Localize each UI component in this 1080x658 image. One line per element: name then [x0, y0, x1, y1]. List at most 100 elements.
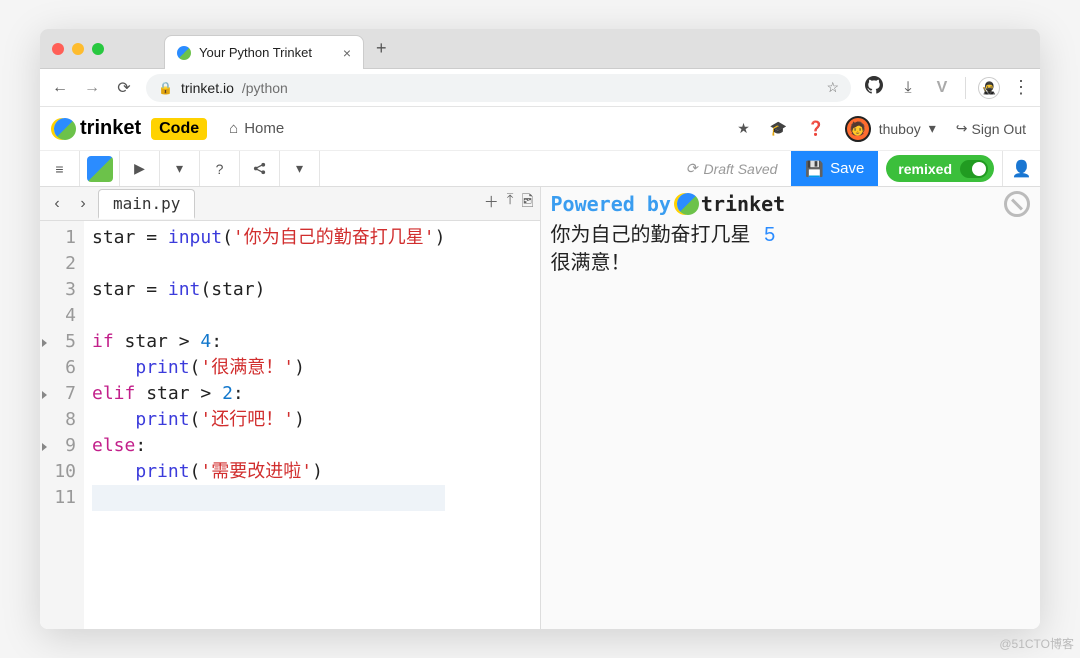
chevron-down-icon: ▾: [929, 120, 936, 137]
powered-by: Powered by trinket: [551, 192, 786, 216]
more-caret-button[interactable]: ▾: [280, 151, 320, 186]
file-tools: ＋ ⤒ 🖻: [484, 191, 534, 216]
toggle-icon: [960, 160, 988, 178]
output-brand-text: trinket: [701, 192, 785, 216]
draft-saved-label: Draft Saved: [703, 161, 777, 177]
url-path: /python: [242, 80, 288, 96]
draft-saved-status: ⟳ Draft Saved: [672, 151, 792, 186]
gutter-line: 2: [40, 251, 76, 277]
new-tab-button[interactable]: +: [364, 38, 399, 59]
home-label: Home: [244, 120, 284, 137]
code-line[interactable]: if star > 4:: [92, 329, 445, 355]
window-minimize-icon[interactable]: [72, 43, 84, 55]
lock-icon: 🔒: [158, 81, 173, 95]
signout-label: Sign Out: [972, 121, 1026, 137]
logo-icon: [87, 156, 113, 182]
code-line[interactable]: print('还行吧！'): [92, 407, 445, 433]
upload-file-icon[interactable]: ⤒: [507, 191, 514, 216]
help-icon[interactable]: ❓: [807, 120, 824, 137]
gutter-line: 11: [40, 485, 76, 511]
back-button[interactable]: ←: [50, 79, 70, 97]
code-badge[interactable]: Code: [151, 118, 207, 140]
home-link[interactable]: ⌂ Home: [229, 120, 284, 137]
code-line[interactable]: print('很满意！'): [92, 355, 445, 381]
run-caret-button[interactable]: ▾: [160, 151, 200, 186]
hamburger-icon[interactable]: ≡: [40, 151, 80, 186]
run-button[interactable]: ▶: [120, 151, 160, 186]
code-line[interactable]: elif star > 2:: [92, 381, 445, 407]
save-button[interactable]: 💾 Save: [791, 151, 878, 186]
remixed-toggle[interactable]: remixed: [886, 155, 994, 182]
code-line[interactable]: else:: [92, 433, 445, 459]
code-line[interactable]: star = int(star): [92, 277, 445, 303]
gutter-line: 3: [40, 277, 76, 303]
user-menu[interactable]: 🧑 thuboy ▾: [845, 116, 936, 142]
gutter-line: 10: [40, 459, 76, 485]
signout-icon: ↪: [956, 120, 968, 137]
star-icon[interactable]: ★: [737, 120, 750, 137]
output-body: 你为自己的勤奋打几星 5 很满意！: [541, 221, 1041, 277]
code-line[interactable]: [92, 303, 445, 329]
brand-text: trinket: [80, 117, 141, 140]
graduation-icon[interactable]: 🎓: [770, 120, 787, 137]
editor-pane: ‹ › main.py ＋ ⤒ 🖻 1234567891011 star = i…: [40, 187, 541, 629]
tab-close-icon[interactable]: ×: [343, 45, 351, 61]
gutter-line: 8: [40, 407, 76, 433]
tab-prev-icon[interactable]: ‹: [46, 195, 68, 213]
powered-by-label: Powered by: [551, 192, 671, 216]
output-brand: trinket: [677, 192, 785, 216]
image-file-icon[interactable]: 🖻: [521, 191, 533, 216]
output-pane: Powered by trinket 你为自己的勤奋打几星 5 很满意！: [541, 187, 1041, 629]
toolbar-right: ⟳ Draft Saved 💾 Save remixed 👤: [672, 151, 1040, 186]
code-line[interactable]: [92, 485, 445, 511]
code-line[interactable]: [92, 251, 445, 277]
reload-button[interactable]: ⟳: [114, 78, 134, 98]
toolbar: ≡ ▶ ▾ ? ▾ ⟳ Draft Saved 💾 Save remixed 👤: [40, 151, 1040, 187]
bookmark-icon[interactable]: ☆: [826, 79, 839, 96]
profile-avatar-icon[interactable]: 🥷: [978, 77, 1000, 99]
url-domain: trinket.io: [181, 80, 234, 96]
traffic-lights: [52, 43, 104, 55]
forward-button[interactable]: →: [82, 79, 102, 97]
gutter-line: 7: [40, 381, 76, 407]
stop-icon[interactable]: [1004, 191, 1030, 217]
browser-window: Your Python Trinket × + ← → ⟳ 🔒 trinket.…: [40, 29, 1040, 629]
output-prompt-text: 你为自己的勤奋打几星: [551, 224, 751, 246]
url-input[interactable]: 🔒 trinket.io/python ☆: [146, 74, 851, 102]
trinket-logo-button[interactable]: [80, 151, 120, 186]
file-name: main.py: [113, 194, 180, 213]
download-icon[interactable]: ⤓: [897, 79, 919, 97]
window-maximize-icon[interactable]: [92, 43, 104, 55]
gutter-line: 5: [40, 329, 76, 355]
help-button[interactable]: ?: [200, 151, 240, 186]
remixed-label: remixed: [898, 161, 952, 177]
save-label: Save: [830, 160, 864, 177]
add-file-icon[interactable]: ＋: [484, 191, 499, 216]
brand-logo[interactable]: trinket: [54, 117, 141, 140]
file-tab[interactable]: main.py: [98, 189, 195, 219]
browser-tab[interactable]: Your Python Trinket ×: [164, 35, 364, 69]
home-icon: ⌂: [229, 120, 238, 137]
chrome-menu-icon[interactable]: ⋮: [1012, 77, 1030, 98]
code-area[interactable]: star = input('你为自己的勤奋打几星') star = int(sta…: [84, 221, 453, 629]
address-bar: ← → ⟳ 🔒 trinket.io/python ☆ ⤓ V 🥷 ⋮: [40, 69, 1040, 107]
code-line[interactable]: print('需要改进啦'): [92, 459, 445, 485]
window-close-icon[interactable]: [52, 43, 64, 55]
code-line[interactable]: star = input('你为自己的勤奋打几星'): [92, 225, 445, 251]
tab-next-icon[interactable]: ›: [72, 195, 94, 213]
favicon-icon: [177, 46, 191, 60]
username-label: thuboy: [879, 121, 921, 137]
vue-icon[interactable]: V: [931, 79, 953, 97]
share-button[interactable]: [240, 151, 280, 186]
github-icon[interactable]: [863, 76, 885, 99]
user-avatar-icon: 🧑: [845, 116, 871, 142]
account-icon[interactable]: 👤: [1002, 151, 1040, 186]
gutter-line: 6: [40, 355, 76, 381]
gutter-line: 9: [40, 433, 76, 459]
code-editor[interactable]: 1234567891011 star = input('你为自己的勤奋打几星')…: [40, 221, 540, 629]
output-line-result: 很满意！: [551, 249, 1031, 277]
file-tab-row: ‹ › main.py ＋ ⤒ 🖻: [40, 187, 540, 221]
output-brand-icon: [677, 193, 699, 215]
sign-out-link[interactable]: ↪ Sign Out: [956, 120, 1026, 137]
output-user-input: 5: [764, 224, 775, 246]
